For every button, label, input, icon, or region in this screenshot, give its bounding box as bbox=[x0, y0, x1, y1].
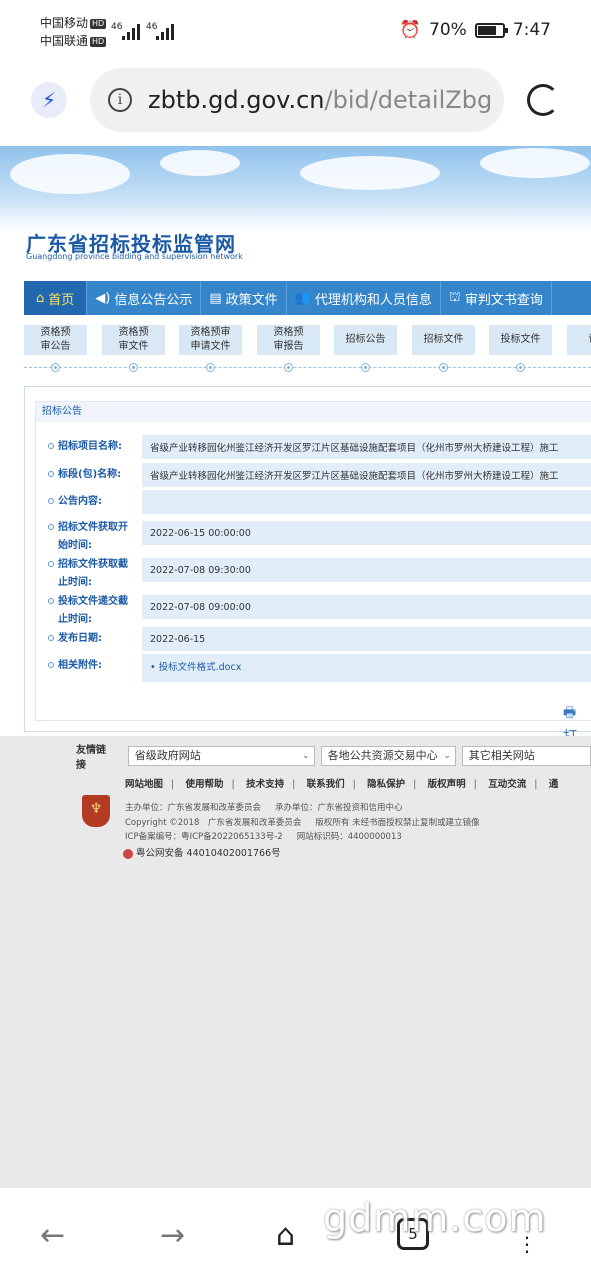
footer-link-more[interactable]: 通 bbox=[549, 779, 559, 790]
step-prequal-application[interactable]: 资格预审申请文件 bbox=[179, 325, 242, 355]
field-value: 省级产业转移园化州鉴江经济开发区罗江片区基础设施配套项目（化州市罗州大桥建设工程… bbox=[142, 435, 591, 459]
footer-link-support[interactable]: 技术支持 bbox=[246, 779, 284, 790]
step-bid-docs[interactable]: 投标文件 bbox=[489, 325, 552, 355]
main-nav: ⌂ 首页 ◀) 信息公告公示 ▤ 政策文件 👥 代理机构和人员信息 ⛫ 审判文书查询 bbox=[24, 281, 591, 315]
status-bar: 中国移动 HD 中国联通 HD 46 46 ⏰ 70% 7:47 bbox=[0, 0, 591, 62]
home-button-icon[interactable]: ⌂ bbox=[276, 1218, 295, 1253]
signal-icon bbox=[122, 24, 142, 40]
footer-info: 主办单位：广东省发展和改革委员会 承办单位：广东省投资和信用中心 Copyrigh… bbox=[125, 803, 480, 842]
nav-item-home[interactable]: ⌂ 首页 bbox=[24, 281, 88, 315]
police-badge-icon bbox=[123, 848, 133, 859]
chevron-down-icon: ⌄ bbox=[302, 751, 310, 761]
footer-link-privacy[interactable]: 隐私保护 bbox=[367, 779, 405, 790]
network-type-1: 46 bbox=[111, 22, 123, 32]
footer-link-help[interactable]: 使用帮助 bbox=[186, 779, 224, 790]
signal-icon-2 bbox=[156, 24, 176, 40]
clock: 7:47 bbox=[512, 20, 551, 40]
forward-icon[interactable]: → bbox=[160, 1218, 185, 1253]
panel-title: 招标公告 bbox=[36, 402, 591, 422]
select-trade-centers[interactable]: 各地公共资源交易中心 ⌄ bbox=[320, 746, 456, 766]
gov-emblem-icon[interactable]: ♆ bbox=[82, 795, 110, 827]
footer-link-copyright[interactable]: 版权声明 bbox=[428, 779, 466, 790]
browser-toolbar: ⚡ i zbtb.gd.gov.cn/bid/detailZbg bbox=[0, 62, 591, 144]
watermark: gdmm.com bbox=[323, 1196, 547, 1240]
people-icon: 👥 bbox=[294, 290, 311, 306]
document-icon: ▤ bbox=[209, 290, 222, 306]
footer-links: 网站地图 | 使用帮助 | 技术支持 | 联系我们 | 隐私保护 | 版权声明 | 互动交流… bbox=[125, 779, 559, 790]
footer-link-interaction[interactable]: 互动交流 bbox=[488, 779, 526, 790]
carrier-2: 中国联通 HD bbox=[40, 34, 107, 48]
field-value: 2022-06-15 bbox=[142, 627, 591, 651]
home-icon: ⌂ bbox=[36, 290, 45, 306]
nav-item-agencies[interactable]: 👥 代理机构和人员信息 bbox=[287, 281, 441, 315]
field-value: 省级产业转移园化州鉴江经济开发区罗江片区基础设施配套项目（化州市罗州大桥建设工程… bbox=[142, 463, 591, 487]
address-bar[interactable]: i zbtb.gd.gov.cn/bid/detailZbg bbox=[90, 68, 504, 132]
friendly-links: 友情链接 省级政府网站 ⌄ 各地公共资源交易中心 ⌄ 其它相关网站 bbox=[76, 741, 591, 771]
field-value: • 投标文件格式.docx bbox=[142, 654, 591, 682]
info-icon[interactable]: i bbox=[108, 88, 132, 112]
footer-link-sitemap[interactable]: 网站地图 bbox=[125, 779, 163, 790]
reload-icon[interactable] bbox=[527, 84, 559, 116]
step-tender-notice[interactable]: 招标公告 bbox=[334, 325, 397, 355]
site-banner bbox=[0, 146, 591, 282]
back-icon[interactable]: ← bbox=[40, 1218, 65, 1253]
chevron-down-icon: ⌄ bbox=[443, 751, 451, 761]
field-value: 2022-07-08 09:30:00 bbox=[142, 558, 591, 582]
field-value: 2022-07-08 09:00:00 bbox=[142, 595, 591, 619]
site-subtitle: Guangdong province bidding and supervisi… bbox=[26, 252, 243, 261]
step-prequal-notice[interactable]: 资格预审公告 bbox=[24, 325, 87, 355]
nav-item-announcements[interactable]: ◀) 信息公告公示 bbox=[87, 281, 202, 315]
url-text[interactable]: zbtb.gd.gov.cn/bid/detailZbg bbox=[148, 86, 492, 114]
attachment-link[interactable]: • 投标文件格式.docx bbox=[150, 659, 241, 673]
links-label: 友情链接 bbox=[76, 745, 106, 771]
step-prequal-report[interactable]: 资格预审报告 bbox=[257, 325, 320, 355]
process-steps: 资格预审公告 资格预审文件 资格预审申请文件 资格预审报告 招标公告 招标文件 … bbox=[24, 325, 591, 373]
step-prequal-docs[interactable]: 资格预审文件 bbox=[102, 325, 165, 355]
battery-percent: 70% bbox=[429, 20, 467, 40]
speaker-icon: ◀) bbox=[95, 290, 111, 306]
field-value: 2022-06-15 00:00:00 bbox=[142, 521, 591, 545]
court-icon: ⛫ bbox=[448, 289, 461, 305]
alarm-icon: ⏰ bbox=[399, 20, 422, 40]
nav-item-policy[interactable]: ▤ 政策文件 bbox=[201, 281, 287, 315]
field-value bbox=[142, 490, 591, 514]
nav-item-judgments[interactable]: ⛫ 审判文书查询 bbox=[441, 281, 552, 315]
battery-icon bbox=[474, 22, 508, 38]
step-evaluation[interactable]: 评标 bbox=[567, 325, 591, 355]
step-tender-docs[interactable]: 招标文件 bbox=[412, 325, 475, 355]
select-other-sites[interactable]: 其它相关网站 bbox=[461, 746, 591, 766]
detail-panel: 招标公告 招标项目名称: 省级产业转移园化州鉴江经济开发区罗江片区基础设施配套项… bbox=[24, 386, 591, 745]
footer-link-contact[interactable]: 联系我们 bbox=[307, 779, 345, 790]
bolt-icon[interactable]: ⚡ bbox=[31, 82, 67, 118]
police-record[interactable]: 粤公网安备 44010402001766号 bbox=[123, 845, 281, 859]
select-provincial-sites[interactable]: 省级政府网站 ⌄ bbox=[127, 746, 315, 766]
carrier-1: 中国移动 HD bbox=[40, 16, 107, 30]
